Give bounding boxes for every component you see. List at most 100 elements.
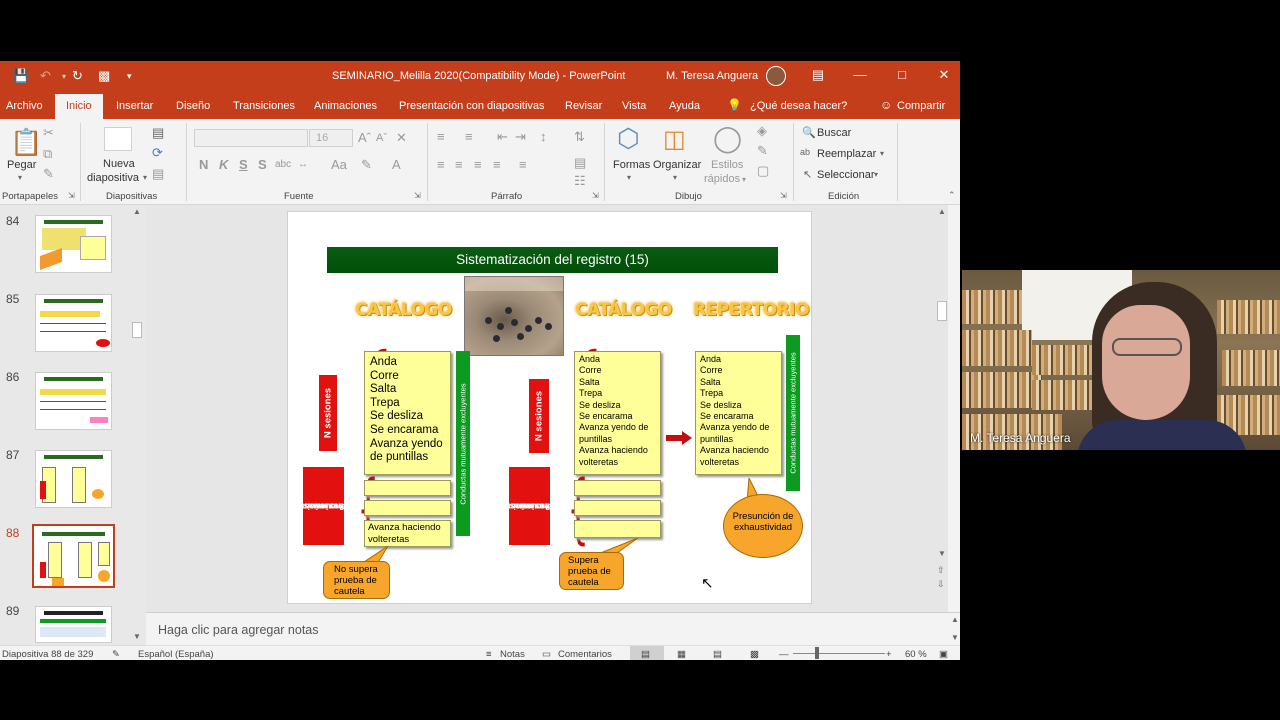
tell-me-search[interactable]: ¿Qué desea hacer? bbox=[750, 100, 847, 112]
align-center-icon[interactable]: ≡ bbox=[455, 157, 463, 172]
undo-dropdown-icon[interactable]: ▾ bbox=[62, 72, 66, 81]
zoom-in-icon[interactable]: + bbox=[886, 649, 892, 660]
underline-icon[interactable]: S bbox=[239, 157, 248, 172]
maximize-icon[interactable]: □ bbox=[892, 67, 912, 82]
comments-toggle[interactable]: Comentarios bbox=[558, 649, 612, 660]
stage-scrollbar[interactable]: ▲ ▼ ⇧ ⇩ bbox=[936, 205, 948, 613]
slideshow-icon[interactable]: ▩ bbox=[750, 649, 759, 660]
font-size-combobox[interactable]: 16 bbox=[309, 129, 353, 147]
font-color-icon[interactable]: A bbox=[392, 157, 401, 172]
previous-slide-icon[interactable]: ⇧ bbox=[937, 565, 945, 576]
slide-thumbnail-89[interactable] bbox=[35, 606, 112, 643]
signed-in-user[interactable]: M. Teresa Anguera bbox=[666, 70, 758, 82]
stage-scroll-down-icon[interactable]: ▼ bbox=[938, 549, 946, 558]
cut-icon[interactable]: ✂ bbox=[43, 125, 54, 141]
text-direction-icon[interactable]: ⇅ bbox=[574, 129, 585, 145]
stage-scroll-thumb[interactable] bbox=[937, 301, 947, 321]
shapes-icon[interactable]: ⬡ bbox=[617, 123, 640, 154]
notes-scroll-down-icon[interactable]: ▼ bbox=[951, 633, 959, 642]
current-slide[interactable]: Sistematización del registro (15) CATÁLO… bbox=[287, 211, 812, 604]
strikethrough-icon[interactable]: abc bbox=[275, 159, 291, 170]
slide-thumbnail-88[interactable] bbox=[32, 524, 115, 588]
character-spacing-icon[interactable]: ↔ bbox=[298, 159, 308, 170]
quick-styles-icon[interactable]: ◯ bbox=[713, 123, 742, 154]
thumbnails-scroll-thumb[interactable] bbox=[132, 322, 142, 338]
new-slide-dropdown-icon[interactable]: ▾ bbox=[143, 173, 147, 182]
comments-icon[interactable]: ▭ bbox=[542, 649, 551, 660]
notes-pane[interactable]: Haga clic para agregar notas ▲ ▼ bbox=[146, 612, 960, 645]
slide-thumbnail-85[interactable] bbox=[35, 294, 112, 352]
format-painter-icon[interactable]: ✎ bbox=[43, 166, 54, 182]
highlight-icon[interactable]: ✎ bbox=[361, 157, 372, 173]
notes-placeholder[interactable]: Haga clic para agregar notas bbox=[158, 623, 319, 637]
arrange-icon[interactable]: ◫ bbox=[663, 125, 686, 154]
select-dropdown-icon[interactable]: ▾ bbox=[874, 170, 878, 179]
tab-insertar[interactable]: Insertar bbox=[116, 100, 153, 112]
increase-indent-icon[interactable]: ⇥ bbox=[515, 129, 526, 145]
tab-presentacion[interactable]: Presentación con diapositivas bbox=[399, 100, 545, 112]
tab-revisar[interactable]: Revisar bbox=[565, 100, 602, 112]
user-avatar[interactable] bbox=[766, 66, 786, 86]
copy-icon[interactable]: ⧉ bbox=[43, 146, 52, 162]
tab-diseno[interactable]: Diseño bbox=[176, 100, 210, 112]
collapse-ribbon-icon[interactable]: ⌃ bbox=[948, 190, 956, 201]
shape-outline-icon[interactable]: ✎ bbox=[757, 143, 768, 159]
share-button[interactable]: Compartir bbox=[897, 100, 945, 112]
scroll-up-icon[interactable]: ▲ bbox=[133, 207, 141, 216]
zoom-level[interactable]: 60 % bbox=[905, 649, 927, 660]
tab-transiciones[interactable]: Transiciones bbox=[233, 100, 295, 112]
replace-button[interactable]: Reemplazar bbox=[817, 148, 876, 160]
find-button[interactable]: Buscar bbox=[817, 127, 851, 139]
save-icon[interactable]: 💾 bbox=[13, 68, 29, 84]
tab-animaciones[interactable]: Animaciones bbox=[314, 100, 377, 112]
fit-slide-icon[interactable]: ▣ bbox=[939, 649, 948, 660]
paste-button[interactable]: Pegar bbox=[7, 159, 36, 171]
tab-vista[interactable]: Vista bbox=[622, 100, 646, 112]
justify-icon[interactable]: ≡ bbox=[493, 157, 501, 172]
italic-icon[interactable]: K bbox=[219, 157, 228, 172]
new-slide-label[interactable]: diapositiva bbox=[87, 172, 139, 184]
drawing-launcher-icon[interactable]: ⇲ bbox=[780, 191, 787, 200]
tab-archivo[interactable]: Archivo bbox=[6, 100, 43, 112]
shadow-icon[interactable]: S bbox=[258, 157, 267, 172]
layout-icon[interactable]: ▤ bbox=[152, 125, 164, 141]
line-spacing-icon[interactable]: ↕ bbox=[540, 129, 547, 144]
undo-icon[interactable]: ↶ bbox=[40, 68, 51, 84]
new-slide-button[interactable]: Nueva bbox=[103, 158, 135, 170]
notes-scroll-up-icon[interactable]: ▲ bbox=[951, 615, 959, 624]
stage-scroll-up-icon[interactable]: ▲ bbox=[938, 207, 946, 216]
arrange-button[interactable]: Organizar bbox=[653, 159, 701, 171]
slide-sorter-icon[interactable]: ▦ bbox=[677, 649, 686, 660]
scroll-down-icon[interactable]: ▼ bbox=[133, 632, 141, 641]
font-launcher-icon[interactable]: ⇲ bbox=[414, 191, 421, 200]
replace-dropdown-icon[interactable]: ▾ bbox=[880, 149, 884, 158]
shapes-button[interactable]: Formas bbox=[613, 159, 650, 171]
font-family-combobox[interactable] bbox=[194, 129, 308, 147]
clear-format-icon[interactable]: ✕ bbox=[396, 130, 407, 146]
notes-toggle-icon[interactable]: ≡ bbox=[486, 649, 492, 660]
bold-icon[interactable]: N bbox=[199, 157, 208, 172]
arrange-dropdown-icon[interactable]: ▾ bbox=[673, 173, 677, 182]
tab-ayuda[interactable]: Ayuda bbox=[669, 100, 700, 112]
align-text-icon[interactable]: ▤ bbox=[574, 155, 586, 171]
redo-icon[interactable]: ↻ bbox=[72, 68, 83, 84]
quick-styles-label[interactable]: rápidos bbox=[704, 173, 740, 185]
change-case-icon[interactable]: Aa bbox=[331, 157, 347, 172]
new-slide-icon[interactable] bbox=[104, 127, 132, 151]
quick-styles-button[interactable]: Estilos bbox=[711, 159, 743, 171]
slide-thumbnail-87[interactable] bbox=[35, 450, 112, 508]
bullets-icon[interactable]: ≡ bbox=[437, 129, 445, 144]
close-icon[interactable]: ✕ bbox=[934, 67, 954, 83]
increase-font-icon[interactable]: Aˆ bbox=[358, 130, 371, 145]
slide-thumbnail-86[interactable] bbox=[35, 372, 112, 430]
reading-view-icon[interactable]: ▤ bbox=[713, 649, 722, 660]
zoom-out-icon[interactable]: — bbox=[779, 649, 789, 660]
language-indicator[interactable]: Español (España) bbox=[138, 649, 214, 660]
customize-quick-access-icon[interactable]: ▾ bbox=[127, 71, 132, 82]
section-icon[interactable]: ▤ bbox=[152, 166, 164, 182]
shape-fill-icon[interactable]: ◈ bbox=[757, 123, 767, 139]
shapes-dropdown-icon[interactable]: ▾ bbox=[627, 173, 631, 182]
slide-thumbnail-84[interactable] bbox=[35, 215, 112, 273]
decrease-indent-icon[interactable]: ⇤ bbox=[497, 129, 508, 145]
minimize-icon[interactable]: — bbox=[850, 67, 870, 82]
